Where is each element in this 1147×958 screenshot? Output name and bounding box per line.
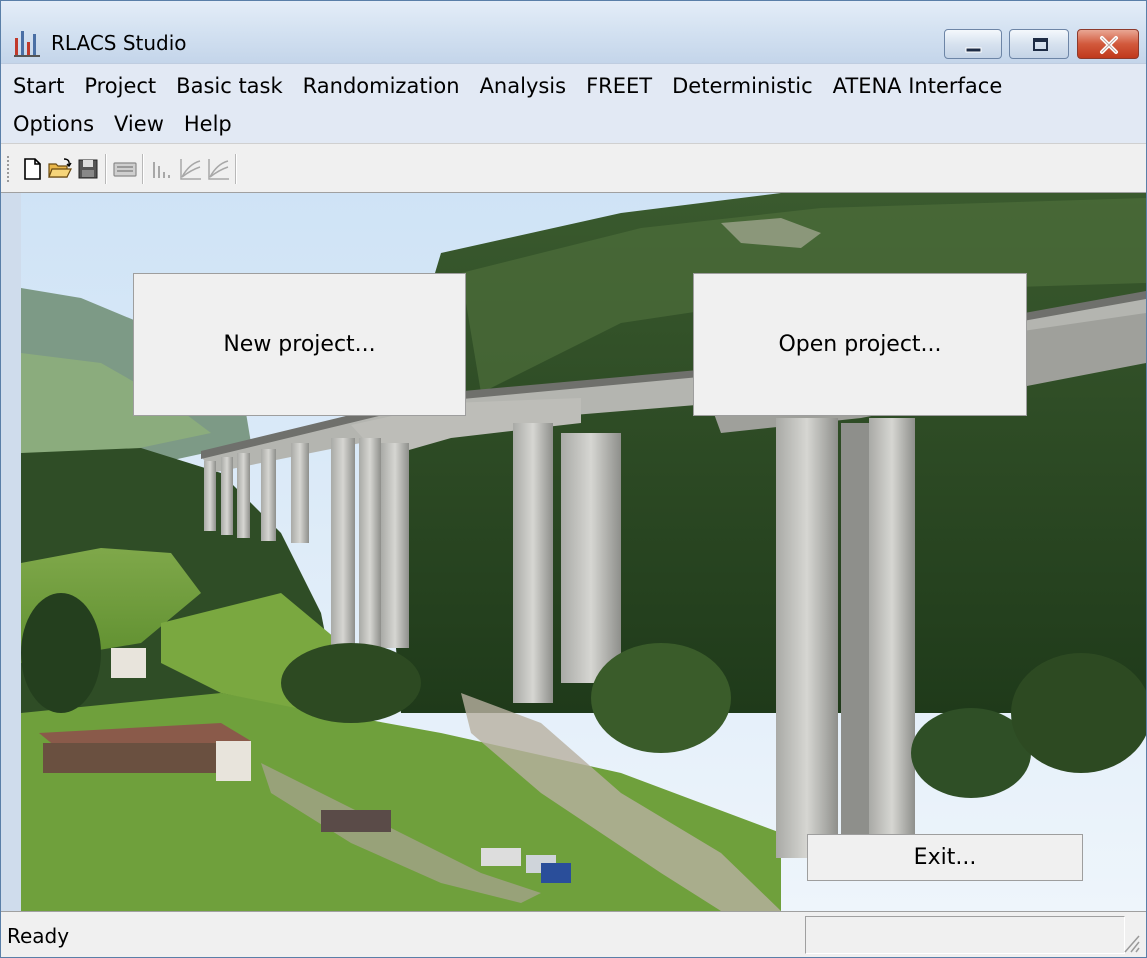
menu-project[interactable]: Project (74, 70, 166, 106)
toolbar-grip[interactable] (7, 156, 12, 182)
close-button[interactable] (1077, 29, 1139, 59)
menu-options[interactable]: Options (3, 108, 104, 144)
save-icon[interactable] (75, 156, 101, 182)
status-pane (805, 916, 1125, 954)
app-window: RLACS Studio Start Project Basic task Ra… (0, 0, 1147, 958)
menu-analysis[interactable]: Analysis (470, 70, 577, 106)
bar-chart-icon (153, 162, 170, 178)
curve-chart-icon (180, 159, 201, 180)
minimize-button[interactable] (944, 29, 1002, 59)
menu-start[interactable]: Start (3, 70, 74, 106)
menu-freet[interactable]: FREET (576, 70, 662, 106)
app-logo-icon (14, 31, 40, 57)
menu-row-1: Start Project Basic task Randomization A… (3, 70, 1012, 106)
menu-help[interactable]: Help (174, 108, 242, 144)
open-folder-icon[interactable] (47, 156, 73, 182)
toolbar-separator (142, 154, 144, 184)
maximize-icon (1033, 38, 1048, 51)
title-bar[interactable]: RLACS Studio (1, 1, 1146, 63)
keyboard-icon (113, 162, 137, 177)
workspace-background: New project... Open project... Exit... (21, 193, 1146, 911)
menu-basic-task[interactable]: Basic task (166, 70, 292, 106)
maximize-button[interactable] (1009, 29, 1069, 59)
toolbar-separator (105, 154, 107, 184)
status-text: Ready (7, 924, 70, 948)
exit-button[interactable]: Exit... (807, 834, 1083, 881)
new-file-icon[interactable] (19, 156, 45, 182)
minimize-icon (965, 47, 982, 53)
toolbar-separator (235, 154, 237, 184)
toolbar (1, 143, 1146, 193)
menu-deterministic[interactable]: Deterministic (662, 70, 823, 106)
menu-view[interactable]: View (104, 108, 174, 144)
status-bar: Ready (1, 911, 1146, 957)
new-project-button[interactable]: New project... (133, 273, 466, 416)
open-project-button[interactable]: Open project... (693, 273, 1027, 416)
menu-randomization[interactable]: Randomization (293, 70, 470, 106)
menu-row-2: Options View Help (3, 108, 242, 144)
resize-grip-icon[interactable] (1119, 930, 1141, 954)
menu-atena-interface[interactable]: ATENA Interface (823, 70, 1013, 106)
window-title: RLACS Studio (51, 31, 187, 55)
close-icon (1100, 36, 1118, 54)
curve-chart-alt-icon (208, 159, 229, 180)
menu-bar: Start Project Basic task Randomization A… (1, 63, 1146, 143)
